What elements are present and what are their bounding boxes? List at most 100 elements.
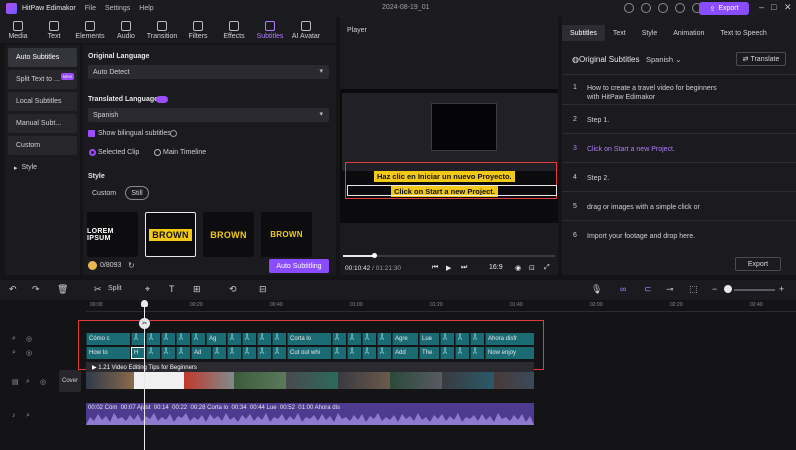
auto-subtitling-button[interactable]: Auto Subtitling	[269, 259, 329, 273]
nav-auto-subtitles[interactable]: Auto Subtitles	[8, 48, 77, 67]
tool-audio[interactable]: Audio	[108, 17, 144, 43]
add-text-icon[interactable]: T	[169, 284, 175, 294]
fit-icon[interactable]: ⊡	[529, 264, 535, 272]
delete-icon[interactable]: 🗑	[57, 284, 68, 295]
fullscreen-icon[interactable]: ⤢	[544, 264, 550, 272]
snapshot-icon[interactable]: ◉	[515, 264, 521, 272]
tool-subtitles[interactable]: Subtitles	[252, 17, 288, 43]
nav-style[interactable]: ▸ Style	[8, 158, 77, 177]
zoom-slider[interactable]	[734, 289, 775, 291]
audio-clip[interactable]: 00:02 Cóm 00:07 Ajust 00:14 00:22 00:28 …	[86, 403, 534, 425]
zoom-slider-knob[interactable]	[724, 285, 732, 293]
video-preview[interactable]: Haz clic en Iniciar un nuevo Proyecto. C…	[340, 89, 558, 223]
cart-icon[interactable]	[675, 3, 685, 13]
eye-icon[interactable]: ◎	[40, 378, 46, 386]
export-button-top[interactable]: ⇪ Export	[699, 2, 749, 15]
nav-manual-subtitles[interactable]: Manual Subt...	[8, 114, 77, 133]
tool-effects[interactable]: Effects	[216, 17, 252, 43]
subtitle-row[interactable]: 5 drag or images with a simple click or	[562, 191, 796, 220]
magnet-icon[interactable]: ⊂	[644, 284, 652, 295]
cover-button[interactable]: Cover	[59, 370, 81, 392]
tab-subtitles[interactable]: Subtitles	[562, 25, 605, 41]
link-icon[interactable]: ∞	[620, 284, 626, 294]
custom-pill[interactable]: Custom	[88, 186, 120, 200]
original-language-select[interactable]: Auto Detect ▾	[88, 65, 329, 79]
playhead-scissors-icon[interactable]: ✂	[139, 318, 150, 329]
tool-ai-avatar[interactable]: AI Avatar	[288, 17, 324, 43]
translated-language-toggle[interactable]	[156, 96, 168, 103]
refresh-icon[interactable]: ↻	[128, 261, 135, 270]
tool-text[interactable]: Text	[36, 17, 72, 43]
subtitle-row[interactable]: 4 Step 2.	[562, 162, 796, 191]
subtitle-row[interactable]: 2 Step 1.	[562, 104, 796, 133]
marker-icon[interactable]: ⌖	[145, 284, 150, 295]
split-label[interactable]: Split	[108, 285, 122, 292]
subtitle-language-select[interactable]: Spanish ⌄	[646, 55, 682, 64]
translated-language-select[interactable]: Spanish ▾	[88, 108, 329, 122]
zoom-out-icon[interactable]: −	[712, 284, 717, 294]
style-card-brown-3[interactable]: BROWN	[261, 212, 312, 257]
subtitle-row[interactable]: 6 Import your footage and drop here.	[562, 220, 796, 249]
menu-help[interactable]: Help	[139, 5, 153, 12]
timeline-ruler[interactable]: 00:00 00:20 00:40 01:00 01:20 01:40 02:0…	[86, 300, 796, 312]
snap-icon[interactable]: ⊸	[666, 284, 674, 295]
fit-timeline-icon[interactable]: ⬚	[689, 284, 698, 295]
subtitle-row-text[interactable]: Click on Start a new Project.	[587, 145, 717, 154]
user-icon[interactable]	[641, 3, 651, 13]
prev-frame-icon[interactable]: ⏮	[432, 264, 438, 272]
subtitle-row-active[interactable]: 3 Click on Start a new Project.	[562, 133, 796, 162]
export-subtitles-button[interactable]: Export	[735, 257, 781, 271]
tool-transition[interactable]: Transition	[144, 17, 180, 43]
eye-icon[interactable]: ◎	[26, 335, 32, 343]
speed-icon[interactable]: ⟲	[229, 284, 237, 295]
nav-custom[interactable]: Custom	[8, 136, 77, 155]
subtitle-row-text[interactable]: Import your footage and drop here.	[587, 232, 717, 241]
caption-line-translated[interactable]: Haz clic en Iniciar un nuevo Proyecto.	[374, 171, 515, 182]
tool-filters[interactable]: Filters	[180, 17, 216, 43]
lock-icon[interactable]: ⌕	[12, 349, 16, 357]
tab-style[interactable]: Style	[634, 25, 666, 41]
subtitle-row-text[interactable]: Step 1.	[587, 116, 717, 125]
subtitle-row-text[interactable]: Step 2.	[587, 174, 717, 183]
close-icon[interactable]: ✕	[784, 2, 792, 13]
playhead-handle[interactable]	[141, 300, 148, 307]
crop-icon[interactable]: ⊟	[259, 284, 267, 295]
menu-file[interactable]: File	[85, 5, 96, 12]
style-card-lorem[interactable]: LOREM IPSUM	[87, 212, 138, 257]
tool-media[interactable]: Media	[0, 17, 36, 43]
ai-tool-icon[interactable]: ⊞	[193, 284, 201, 295]
scrubber-knob[interactable]	[372, 253, 377, 258]
lock-icon[interactable]: ⌕	[26, 378, 30, 386]
microphone-icon[interactable]: 🎙	[591, 284, 602, 295]
video-clip[interactable]: ▶ 1.21 Video Editing Tips for Beginners	[86, 362, 534, 389]
style-card-brown-2[interactable]: BROWN	[203, 212, 254, 257]
tab-text-to-speech[interactable]: Text to Speech	[712, 25, 774, 41]
minimize-icon[interactable]: –	[759, 2, 764, 12]
subtitle-row-text[interactable]: How to create a travel video for beginne…	[587, 84, 717, 102]
menu-settings[interactable]: Settings	[105, 5, 130, 12]
maximize-icon[interactable]: □	[771, 2, 776, 12]
tool-elements[interactable]: Elements	[72, 17, 108, 43]
nav-split-text[interactable]: Split Text to ... NEW	[8, 70, 77, 89]
selected-clip-radio[interactable]	[89, 149, 96, 156]
undo-icon[interactable]: ↶	[9, 284, 17, 295]
subtitle-row-text[interactable]: drag or images with a simple click or	[587, 203, 717, 212]
zoom-in-icon[interactable]: +	[779, 284, 784, 294]
nav-local-subtitles[interactable]: Local Subtitles	[8, 92, 77, 111]
aspect-ratio-select[interactable]: 16:9	[489, 264, 503, 271]
caption-selection-handle[interactable]	[347, 185, 557, 196]
lock-icon[interactable]: ⌕	[26, 412, 30, 420]
redo-icon[interactable]: ↷	[32, 284, 40, 295]
mail-icon[interactable]	[658, 3, 668, 13]
tab-text[interactable]: Text	[605, 25, 634, 41]
player-scrubber[interactable]	[343, 253, 555, 258]
info-icon[interactable]	[170, 130, 177, 137]
main-timeline-radio[interactable]	[154, 149, 161, 156]
feedback-icon[interactable]	[624, 3, 634, 13]
translate-button[interactable]: ⇄ Translate	[736, 52, 786, 66]
lock-icon[interactable]: ⌕	[12, 335, 16, 343]
still-pill[interactable]: Still	[125, 186, 149, 200]
bilingual-checkbox[interactable]	[88, 130, 95, 137]
subtitle-row[interactable]: 1 How to create a travel video for begin…	[562, 74, 796, 104]
eye-icon[interactable]: ◎	[26, 349, 32, 357]
